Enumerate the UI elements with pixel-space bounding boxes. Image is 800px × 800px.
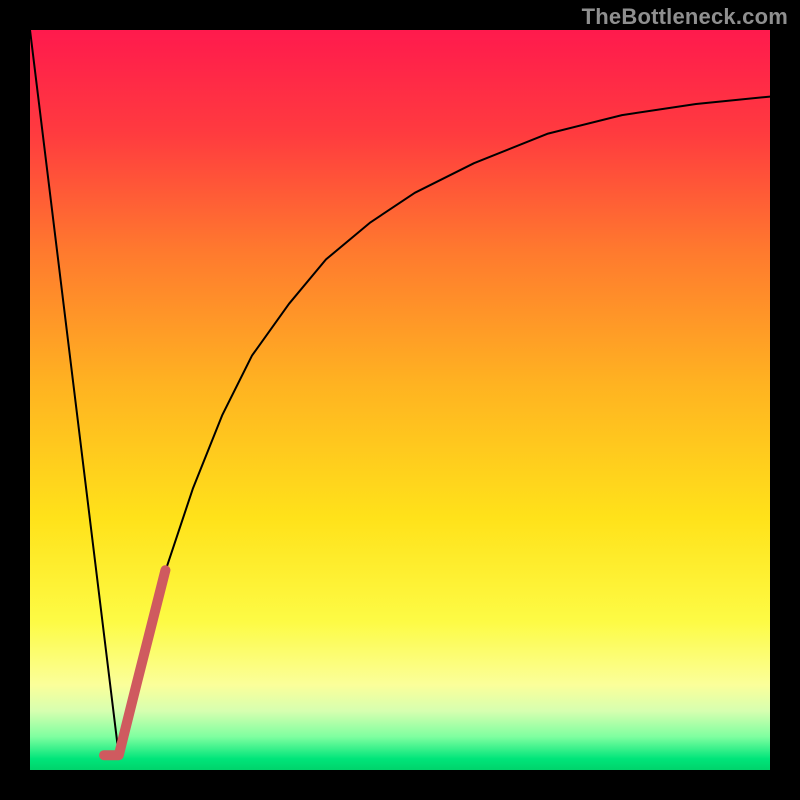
curve-layer — [30, 30, 770, 770]
right-curve — [119, 97, 770, 756]
highlight-tick — [104, 570, 165, 755]
plot-area — [30, 30, 770, 770]
watermark-label: TheBottleneck.com — [582, 4, 788, 30]
left-line — [30, 30, 119, 755]
chart-frame: TheBottleneck.com — [0, 0, 800, 800]
